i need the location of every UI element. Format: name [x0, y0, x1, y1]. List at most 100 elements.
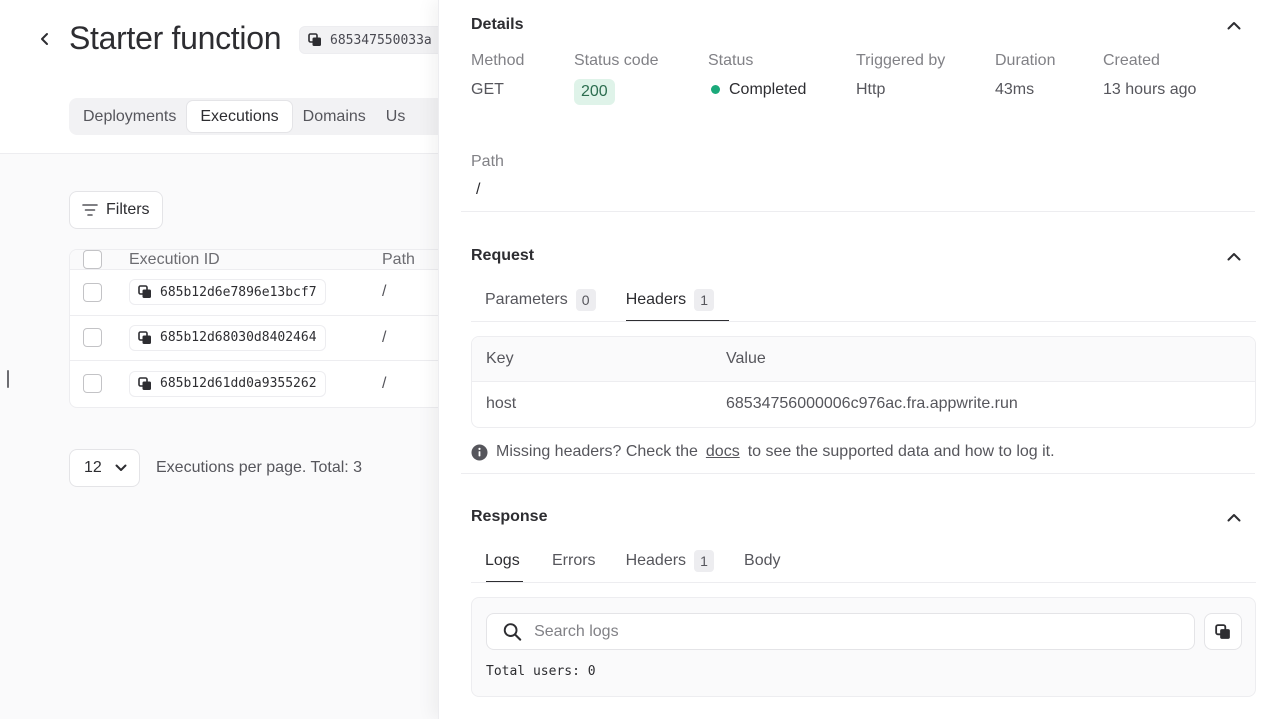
path-value: / — [476, 181, 481, 198]
copy-icon — [308, 33, 321, 46]
tab-errors-label: Errors — [552, 552, 596, 569]
table-row[interactable]: 685b12d68030d8402464 / — [70, 316, 448, 361]
tab-response-headers-label: Headers — [625, 552, 687, 569]
chevron-left-icon — [41, 33, 48, 45]
copy-icon — [138, 330, 151, 344]
page-title: Starter function — [69, 20, 282, 56]
key-column-header: Key — [486, 350, 514, 367]
tab-body[interactable]: Body — [729, 541, 795, 581]
function-id-text: 685347550033a — [330, 32, 432, 48]
header-key: host — [486, 395, 517, 412]
response-collapse-button[interactable] — [1224, 507, 1244, 527]
chevron-up-icon — [1227, 252, 1241, 260]
request-collapse-button[interactable] — [1224, 246, 1244, 266]
tab-usage[interactable]: Us — [376, 100, 416, 133]
execution-id-chip[interactable]: 685b12d6e7896e13bcf7 — [129, 279, 326, 306]
execution-path: / — [382, 328, 387, 346]
chevron-down-icon — [115, 464, 127, 471]
info-text-after: to see the supported data and how to log… — [747, 443, 1055, 460]
request-title: Request — [471, 247, 535, 264]
chevron-up-icon — [1227, 21, 1241, 29]
tab-logs[interactable]: Logs — [471, 541, 523, 583]
back-button[interactable] — [34, 28, 56, 50]
execution-details-panel: Details Method GET Status code 200 Statu… — [438, 0, 1280, 719]
status-code-badge: 200 — [574, 79, 615, 105]
created-label: Created — [1103, 52, 1160, 69]
response-tabs: Logs Errors Headers 1 Body — [471, 541, 796, 583]
select-all-checkbox[interactable] — [83, 250, 102, 269]
triggered-by-value: Http — [856, 81, 886, 98]
execution-path: / — [382, 374, 387, 392]
status-value: Completed — [729, 81, 807, 98]
logs-container: Total users: 0 — [471, 597, 1256, 697]
per-page-value: 12 — [84, 459, 102, 476]
search-icon — [503, 622, 522, 641]
triggered-by-label: Triggered by — [856, 52, 946, 69]
tab-domains[interactable]: Domains — [293, 100, 376, 133]
search-logs-input[interactable] — [534, 622, 1182, 641]
created-value: 13 hours ago — [1103, 81, 1197, 98]
row-checkbox[interactable] — [83, 282, 102, 302]
copy-icon — [138, 376, 151, 390]
request-headers-table: Key Value host 68534756000006c976ac.fra.… — [471, 336, 1256, 428]
request-headers-count-badge: 1 — [694, 289, 715, 311]
tab-errors[interactable]: Errors — [523, 541, 611, 581]
column-header-execution-id: Execution ID — [129, 250, 220, 268]
table-header: Key Value — [472, 337, 1255, 382]
filters-label: Filters — [106, 201, 150, 218]
per-page-select[interactable]: 12 — [69, 449, 140, 487]
section-divider — [461, 473, 1255, 474]
duration-label: Duration — [995, 52, 1056, 69]
chevron-up-icon — [1227, 513, 1241, 521]
pagination: 12 Executions per page. Total: 3 — [69, 449, 362, 487]
execution-id-text: 685b12d6e7896e13bcf7 — [160, 284, 317, 300]
table-row: host 68534756000006c976ac.fra.appwrite.r… — [472, 382, 1255, 427]
tab-request-headers[interactable]: Headers 1 — [611, 280, 730, 322]
request-tabs: Parameters 0 Headers 1 — [471, 280, 730, 322]
duration-value: 43ms — [995, 81, 1035, 98]
table-row[interactable]: 685b12d6e7896e13bcf7 / — [70, 270, 448, 316]
executions-table: Execution ID Path 685b12d6e7896e13bcf7 /… — [69, 249, 449, 408]
tab-logs-label: Logs — [485, 552, 520, 569]
parameters-count-badge: 0 — [575, 289, 596, 311]
tabs-divider — [471, 321, 1256, 322]
tabs-divider — [471, 582, 1256, 583]
execution-id-chip[interactable]: 685b12d68030d8402464 — [129, 324, 326, 351]
filter-icon — [82, 204, 98, 216]
page-header: Starter function 685347550033a Deploymen… — [0, 0, 459, 154]
path-label: Path — [471, 153, 504, 170]
copy-logs-button[interactable] — [1204, 613, 1242, 650]
filters-button[interactable]: Filters — [69, 191, 163, 229]
resize-handle[interactable] — [7, 370, 9, 388]
tab-response-headers[interactable]: Headers 1 — [611, 541, 729, 581]
header-value: 68534756000006c976ac.fra.appwrite.run — [726, 395, 1018, 412]
function-tabs: Deployments Executions Domains Us — [69, 98, 449, 135]
info-icon — [471, 444, 488, 460]
method-label: Method — [471, 52, 525, 69]
execution-id-text: 685b12d61dd0a9355262 — [160, 376, 317, 392]
response-title: Response — [471, 508, 548, 525]
tab-parameters[interactable]: Parameters 0 — [471, 280, 611, 320]
pagination-summary: Executions per page. Total: 3 — [156, 459, 363, 476]
details-title: Details — [471, 16, 524, 33]
docs-link[interactable]: docs — [706, 443, 740, 461]
row-checkbox[interactable] — [83, 328, 102, 348]
missing-headers-note: Missing headers? Check the docs to see t… — [471, 443, 1055, 461]
copy-icon — [138, 285, 151, 299]
tab-executions[interactable]: Executions — [186, 100, 293, 133]
value-column-header: Value — [726, 350, 766, 367]
method-value: GET — [471, 81, 504, 98]
info-text-before: Missing headers? Check the — [496, 443, 698, 460]
response-headers-count-badge: 1 — [694, 550, 715, 572]
status-code-label: Status code — [574, 52, 659, 69]
execution-id-chip[interactable]: 685b12d61dd0a9355262 — [129, 370, 326, 397]
tab-deployments[interactable]: Deployments — [73, 100, 186, 133]
table-row[interactable]: 685b12d61dd0a9355262 / — [70, 361, 448, 407]
details-collapse-button[interactable] — [1224, 15, 1244, 35]
search-logs-field[interactable] — [486, 613, 1195, 650]
tab-parameters-label: Parameters — [485, 291, 568, 308]
row-checkbox[interactable] — [83, 374, 102, 394]
function-id-chip[interactable]: 685347550033a — [299, 26, 459, 54]
column-header-path: Path — [382, 250, 415, 268]
log-output: Total users: 0 — [486, 664, 596, 679]
